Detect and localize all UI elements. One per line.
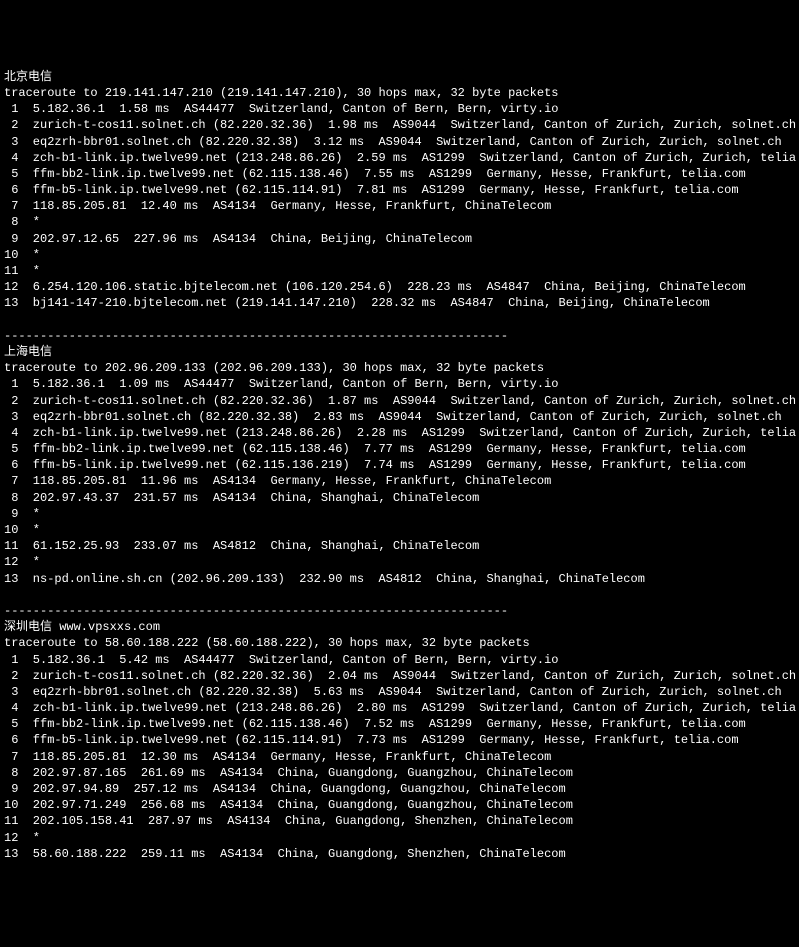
hop-line: 6 ffm-b5-link.ip.twelve99.net (62.115.11…: [4, 733, 739, 747]
hop-line: 2 zurich-t-cos11.solnet.ch (82.220.32.36…: [4, 394, 796, 408]
hop-line: 11 *: [4, 264, 40, 278]
hop-line: 6 ffm-b5-link.ip.twelve99.net (62.115.11…: [4, 183, 739, 197]
hop-line: 2 zurich-t-cos11.solnet.ch (82.220.32.36…: [4, 669, 796, 683]
traceroute-header: traceroute to 219.141.147.210 (219.141.1…: [4, 86, 559, 100]
hop-line: 8 202.97.43.37 231.57 ms AS4134 China, S…: [4, 491, 479, 505]
hop-line: 11 61.152.25.93 233.07 ms AS4812 China, …: [4, 539, 479, 553]
traceroute-header: traceroute to 58.60.188.222 (58.60.188.2…: [4, 636, 530, 650]
hop-line: 3 eq2zrh-bbr01.solnet.ch (82.220.32.38) …: [4, 685, 782, 699]
section-title: 深圳电信 www.vpsxxs.com: [4, 620, 160, 634]
hop-line: 9 202.97.12.65 227.96 ms AS4134 China, B…: [4, 232, 472, 246]
hop-line: 5 ffm-bb2-link.ip.twelve99.net (62.115.1…: [4, 167, 746, 181]
hop-line: 3 eq2zrh-bbr01.solnet.ch (82.220.32.38) …: [4, 135, 782, 149]
hop-line: 12 *: [4, 831, 40, 845]
traceroute-header: traceroute to 202.96.209.133 (202.96.209…: [4, 361, 544, 375]
separator-line: ----------------------------------------…: [4, 604, 508, 618]
hop-line: 13 ns-pd.online.sh.cn (202.96.209.133) 2…: [4, 572, 645, 586]
hop-line: 7 118.85.205.81 12.30 ms AS4134 Germany,…: [4, 750, 551, 764]
hop-line: 1 5.182.36.1 1.58 ms AS44477 Switzerland…: [4, 102, 559, 116]
hop-line: 13 bj141-147-210.bjtelecom.net (219.141.…: [4, 296, 710, 310]
hop-line: 11 202.105.158.41 287.97 ms AS4134 China…: [4, 814, 573, 828]
hop-line: 8 202.97.87.165 261.69 ms AS4134 China, …: [4, 766, 573, 780]
hop-line: 1 5.182.36.1 1.09 ms AS44477 Switzerland…: [4, 377, 559, 391]
hop-line: 7 118.85.205.81 11.96 ms AS4134 Germany,…: [4, 474, 551, 488]
hop-line: 12 *: [4, 555, 40, 569]
hop-line: 2 zurich-t-cos11.solnet.ch (82.220.32.36…: [4, 118, 796, 132]
hop-line: 10 202.97.71.249 256.68 ms AS4134 China,…: [4, 798, 573, 812]
hop-line: 12 6.254.120.106.static.bjtelecom.net (1…: [4, 280, 746, 294]
hop-line: 13 58.60.188.222 259.11 ms AS4134 China,…: [4, 847, 566, 861]
hop-line: 4 zch-b1-link.ip.twelve99.net (213.248.8…: [4, 426, 799, 440]
hop-line: 8 *: [4, 215, 40, 229]
hop-line: 9 202.97.94.89 257.12 ms AS4134 China, G…: [4, 782, 566, 796]
hop-line: 3 eq2zrh-bbr01.solnet.ch (82.220.32.38) …: [4, 410, 782, 424]
hop-line: 1 5.182.36.1 5.42 ms AS44477 Switzerland…: [4, 653, 559, 667]
hop-line: 4 zch-b1-link.ip.twelve99.net (213.248.8…: [4, 151, 799, 165]
hop-line: 9 *: [4, 507, 40, 521]
hop-line: 7 118.85.205.81 12.40 ms AS4134 Germany,…: [4, 199, 551, 213]
section-title: 上海电信: [4, 345, 52, 359]
hop-line: 10 *: [4, 523, 40, 537]
hop-line: 4 zch-b1-link.ip.twelve99.net (213.248.8…: [4, 701, 799, 715]
hop-line: 5 ffm-bb2-link.ip.twelve99.net (62.115.1…: [4, 717, 746, 731]
hop-line: 10 *: [4, 248, 40, 262]
separator-line: ----------------------------------------…: [4, 329, 508, 343]
hop-line: 6 ffm-b5-link.ip.twelve99.net (62.115.13…: [4, 458, 746, 472]
hop-line: 5 ffm-bb2-link.ip.twelve99.net (62.115.1…: [4, 442, 746, 456]
section-title: 北京电信: [4, 70, 52, 84]
